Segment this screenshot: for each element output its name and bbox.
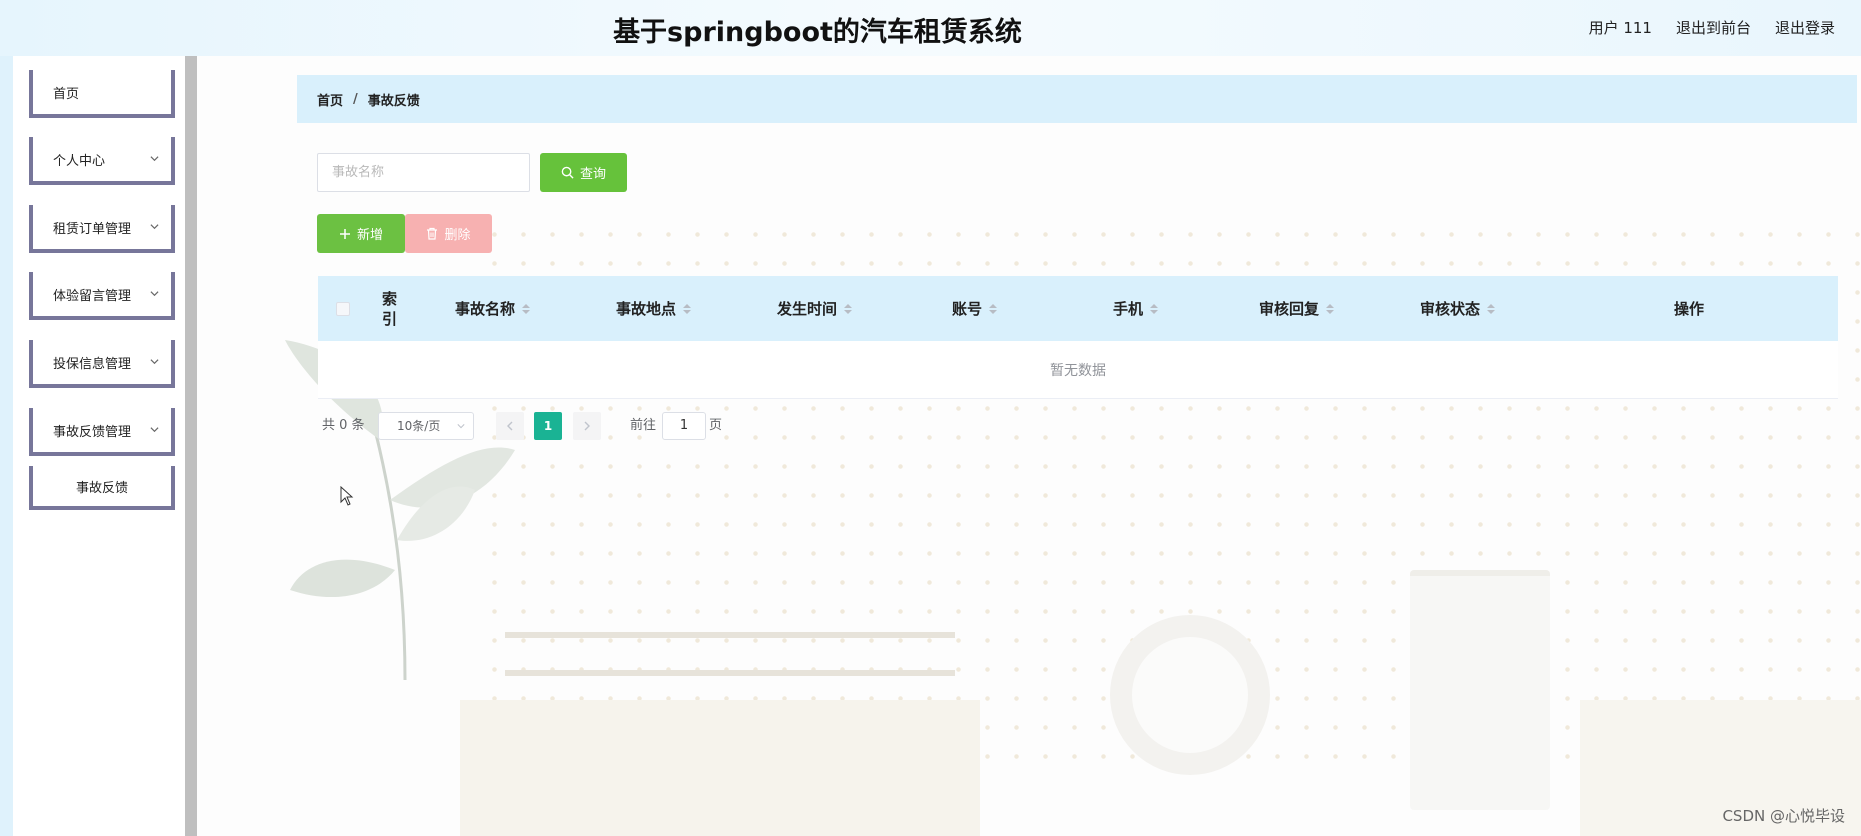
column-header-status[interactable]: 审核状态 (1420, 276, 1496, 341)
delete-button[interactable]: 删除 (405, 214, 492, 253)
column-header-label: 发生时间 (777, 300, 838, 318)
plus-icon (339, 228, 350, 239)
ring-decoration (1110, 615, 1270, 775)
sort-icon[interactable] (1326, 303, 1335, 314)
sidebar: 首页 个人中心 租赁订单管理 体验留言管理 投保信息管理 事故反馈管理 事故反馈 (13, 56, 185, 836)
goto-page-input[interactable]: 1 (662, 412, 706, 440)
to-frontend-link[interactable]: 退出到前台 (1676, 17, 1751, 38)
sidebar-item-label: 体验留言管理 (53, 288, 132, 304)
box-decoration (460, 700, 980, 836)
column-header-label: 审核状态 (1420, 300, 1481, 318)
chevron-down-icon (150, 156, 159, 162)
sort-icon[interactable] (1487, 303, 1496, 314)
sort-icon[interactable] (522, 303, 531, 314)
sort-icon[interactable] (989, 303, 998, 314)
mouse-cursor-icon (340, 486, 354, 506)
top-header: 基于springboot的汽车租赁系统 用户 111 退出到前台 退出登录 (0, 0, 1861, 56)
page-size-value: 10条/页 (397, 419, 441, 433)
watermark: CSDN @心悦毕设 (1722, 807, 1845, 825)
column-header-label: 索引 (382, 289, 398, 328)
breadcrumb-home[interactable]: 首页 (317, 90, 343, 109)
sidebar-item-profile[interactable]: 个人中心 (29, 137, 175, 185)
table-empty-row: 暂无数据 (318, 341, 1838, 399)
sidebar-item-home[interactable]: 首页 (29, 70, 175, 118)
column-header-index: 索引 (382, 276, 404, 341)
select-all-checkbox[interactable] (336, 302, 350, 316)
sort-icon[interactable] (1150, 303, 1159, 314)
column-header-phone[interactable]: 手机 (1113, 276, 1159, 341)
page-unit-label: 页 (709, 418, 723, 433)
query-button[interactable]: 查询 (540, 153, 627, 192)
sidebar-item-messages[interactable]: 体验留言管理 (29, 272, 175, 320)
empty-text: 暂无数据 (1050, 362, 1106, 379)
table-header: 索引 事故名称 事故地点 发生时间 账号 手机 审核回复 审核状态 操作 (318, 276, 1838, 341)
sidebar-item-label: 事故反馈 (75, 480, 128, 496)
add-button[interactable]: 新增 (317, 214, 405, 253)
column-header-reply[interactable]: 审核回复 (1259, 276, 1335, 341)
sidebar-subitem-accident-feedback[interactable]: 事故反馈 (29, 466, 175, 510)
chevron-down-icon (457, 424, 465, 429)
column-header-label: 事故名称 (455, 300, 516, 318)
breadcrumb: 首页 / 事故反馈 (297, 75, 1857, 123)
chevron-down-icon (150, 291, 159, 297)
column-header-ops: 操作 (1674, 276, 1704, 341)
sidebar-item-rental-orders[interactable]: 租赁订单管理 (29, 205, 175, 253)
column-header-account[interactable]: 账号 (952, 276, 998, 341)
goto-label: 前往 (630, 418, 657, 433)
column-header-name[interactable]: 事故名称 (455, 276, 531, 341)
pagination-total: 共 0 条 (322, 418, 365, 433)
page-size-select[interactable]: 10条/页 (378, 412, 474, 440)
sort-icon[interactable] (844, 303, 853, 314)
current-user: 用户 111 (1588, 19, 1652, 37)
logout-link[interactable]: 退出登录 (1775, 17, 1835, 38)
add-button-label: 新增 (356, 228, 383, 243)
prev-page-button[interactable] (496, 412, 524, 440)
column-header-label: 事故地点 (616, 300, 677, 318)
sidebar-item-label: 个人中心 (53, 153, 106, 169)
column-header-location[interactable]: 事故地点 (616, 276, 692, 341)
column-header-label: 账号 (952, 300, 983, 318)
cylinder-decoration (1410, 570, 1550, 810)
app-title: 基于springboot的汽车租赁系统 (613, 17, 1022, 48)
sort-icon[interactable] (683, 303, 692, 314)
sidebar-item-label: 事故反馈管理 (53, 424, 132, 440)
user-area: 用户 111 退出到前台 退出登录 (1589, 17, 1835, 38)
sidebar-item-accident-mgmt[interactable]: 事故反馈管理 (29, 408, 175, 456)
column-header-label: 操作 (1674, 300, 1705, 318)
trash-icon (427, 227, 438, 240)
column-header-label: 手机 (1113, 300, 1144, 318)
query-button-label: 查询 (579, 167, 606, 182)
next-page-button[interactable] (573, 412, 601, 440)
chevron-left-icon (507, 421, 513, 431)
column-header-label: 审核回复 (1259, 300, 1320, 318)
chevron-right-icon (584, 421, 590, 431)
chevron-down-icon (150, 224, 159, 230)
sidebar-item-label: 租赁订单管理 (53, 221, 132, 237)
column-header-time[interactable]: 发生时间 (777, 276, 853, 341)
breadcrumb-current: 事故反馈 (367, 93, 420, 109)
sidebar-item-label: 投保信息管理 (53, 356, 132, 372)
sidebar-item-label: 首页 (53, 86, 80, 102)
search-icon (561, 166, 574, 179)
chevron-down-icon (150, 427, 159, 433)
accident-name-search-input[interactable] (317, 153, 530, 192)
chevron-down-icon (150, 359, 159, 365)
delete-button-label: 删除 (444, 228, 471, 243)
sidebar-item-insurance[interactable]: 投保信息管理 (29, 340, 175, 388)
sidebar-divider (185, 56, 197, 836)
breadcrumb-separator: / (353, 91, 358, 107)
page-number-button[interactable]: 1 (534, 412, 562, 440)
shelf-decoration (505, 632, 955, 676)
